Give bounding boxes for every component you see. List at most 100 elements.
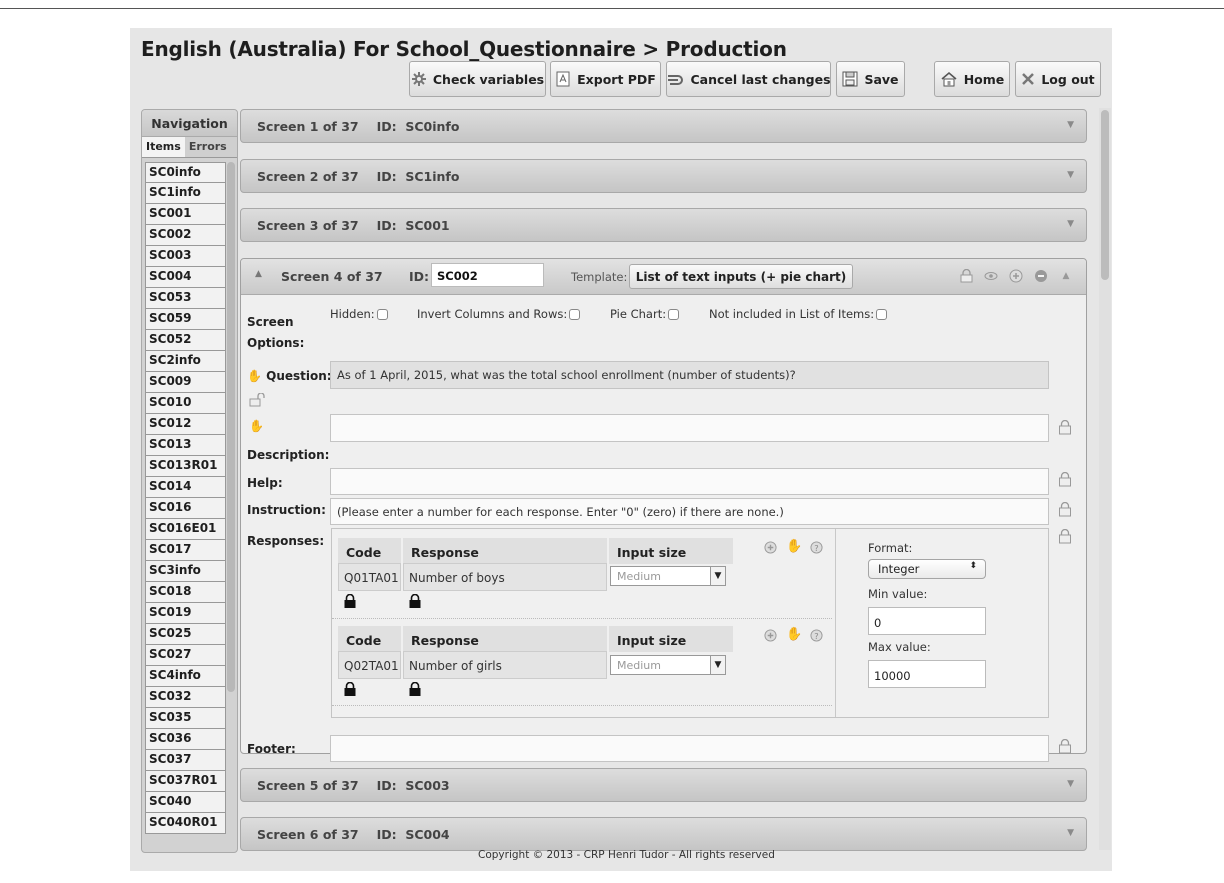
max-value-input[interactable]: 10000 (868, 660, 986, 688)
nav-item[interactable]: SC013R01 (145, 456, 226, 477)
nav-item[interactable]: SC010 (145, 393, 226, 414)
add-circle-icon[interactable] (1008, 268, 1024, 284)
nav-item[interactable]: SC032 (145, 687, 226, 708)
input-size-select[interactable]: Medium ▼ (610, 566, 726, 586)
nav-item[interactable]: SC001 (145, 204, 226, 225)
expand-icon[interactable]: ▼ (1067, 120, 1074, 130)
nav-item[interactable]: SC014 (145, 477, 226, 498)
lock-icon[interactable] (1058, 471, 1072, 490)
nav-item[interactable]: SC037 (145, 750, 226, 771)
tab-items[interactable]: Items (142, 137, 185, 157)
response-code[interactable]: Q02TA01 (338, 651, 401, 679)
response-text[interactable]: Number of boys (403, 563, 607, 591)
navigation-scrollbar[interactable] (227, 162, 235, 692)
nav-item[interactable]: SC004 (145, 267, 226, 288)
expand-icon[interactable]: ▼ (1067, 170, 1074, 180)
save-button[interactable]: Save (836, 61, 905, 97)
help-field[interactable] (330, 468, 1049, 495)
instruction-field[interactable]: (Please enter a number for each response… (330, 498, 1049, 525)
footer-field[interactable] (330, 735, 1049, 762)
hand-icon[interactable]: ✋ (786, 539, 802, 554)
export-pdf-button[interactable]: Export PDF (550, 61, 661, 97)
hand-icon[interactable]: ✋ (247, 369, 262, 383)
main-scrollbar[interactable] (1099, 108, 1111, 850)
help-icon[interactable]: ? (810, 541, 823, 557)
nav-item[interactable]: SC019 (145, 603, 226, 624)
subquestion-field[interactable] (330, 414, 1049, 442)
eye-icon[interactable] (983, 268, 999, 284)
not-included-option: Not included in List of Items: (709, 307, 888, 321)
screen-bar-1[interactable]: Screen 1 of 37 ID: SC0info ▼ (240, 109, 1087, 143)
lock-icon[interactable] (1058, 738, 1072, 757)
min-value-input[interactable]: 0 (868, 607, 986, 635)
nav-item[interactable]: SC016E01 (145, 519, 226, 540)
lock-icon[interactable] (1058, 528, 1072, 547)
nav-item[interactable]: SC040 (145, 792, 226, 813)
format-select[interactable]: Integer ⬍ (868, 559, 986, 579)
screen-bar-2[interactable]: Screen 2 of 37 ID: SC1info ▼ (240, 159, 1087, 193)
hand-icon[interactable]: ✋ (249, 419, 264, 433)
add-circle-icon[interactable] (764, 541, 777, 557)
nav-item[interactable]: SC003 (145, 246, 226, 267)
nav-item[interactable]: SC037R01 (145, 771, 226, 792)
scrollbar-thumb[interactable] (1101, 110, 1109, 280)
home-button[interactable]: Home (934, 61, 1010, 97)
logout-button[interactable]: Log out (1015, 61, 1101, 97)
template-button[interactable]: List of text inputs (+ pie chart) (629, 264, 853, 289)
check-variables-button[interactable]: Check variables (409, 61, 546, 97)
lock-closed-icon[interactable] (408, 593, 422, 612)
nav-item[interactable]: SC059 (145, 309, 226, 330)
nav-item[interactable]: SC1info (145, 183, 226, 204)
nav-item[interactable]: SC3info (145, 561, 226, 582)
tab-errors[interactable]: Errors (185, 137, 231, 157)
lock-closed-icon[interactable] (408, 681, 422, 700)
question-field[interactable]: As of 1 April, 2015, what was the total … (330, 361, 1049, 389)
min-value-label: Min value: (868, 587, 928, 601)
lock-icon[interactable] (1058, 501, 1072, 520)
nav-item[interactable]: SC040R01 (145, 813, 226, 834)
nav-item[interactable]: SC025 (145, 624, 226, 645)
nav-item[interactable]: SC009 (145, 372, 226, 393)
pie-chart-checkbox[interactable] (668, 309, 680, 320)
lock-closed-icon[interactable] (343, 681, 357, 700)
nav-item[interactable]: SC012 (145, 414, 226, 435)
nav-item[interactable]: SC017 (145, 540, 226, 561)
help-icon[interactable]: ? (810, 629, 823, 645)
collapse-arrow-icon[interactable]: ▲ (1058, 268, 1074, 284)
screen-bar-3[interactable]: Screen 3 of 37 ID: SC001 ▼ (240, 208, 1087, 242)
nav-item[interactable]: SC052 (145, 330, 226, 351)
remove-circle-icon[interactable] (1033, 268, 1049, 284)
lock-icon[interactable] (958, 268, 974, 284)
add-circle-icon[interactable] (764, 629, 777, 645)
expand-icon[interactable]: ▼ (1067, 779, 1074, 789)
screen-bar-5[interactable]: Screen 5 of 37 ID: SC003 ▼ (240, 768, 1087, 802)
collapse-icon[interactable]: ▲ (255, 269, 262, 279)
nav-item[interactable]: SC0info (145, 162, 226, 183)
nav-item[interactable]: SC013 (145, 435, 226, 456)
input-size-select[interactable]: Medium ▼ (610, 655, 726, 675)
nav-item[interactable]: SC4info (145, 666, 226, 687)
nav-item[interactable]: SC016 (145, 498, 226, 519)
expand-icon[interactable]: ▼ (1067, 828, 1074, 838)
nav-item[interactable]: SC018 (145, 582, 226, 603)
cancel-last-changes-button[interactable]: Cancel last changes (666, 61, 831, 97)
response-code[interactable]: Q01TA01 (338, 563, 401, 591)
screen-id-input[interactable]: SC002 (431, 263, 544, 287)
gear-icon (411, 69, 427, 89)
hidden-checkbox[interactable] (376, 309, 388, 320)
invert-checkbox[interactable] (569, 309, 581, 320)
nav-item[interactable]: SC2info (145, 351, 226, 372)
nav-item[interactable]: SC002 (145, 225, 226, 246)
unlock-icon[interactable] (249, 392, 265, 410)
lock-closed-icon[interactable] (343, 593, 357, 612)
not-included-checkbox[interactable] (876, 309, 888, 320)
expand-icon[interactable]: ▼ (1067, 219, 1074, 229)
nav-item[interactable]: SC027 (145, 645, 226, 666)
nav-item[interactable]: SC053 (145, 288, 226, 309)
hand-icon[interactable]: ✋ (786, 627, 802, 642)
response-text[interactable]: Number of girls (403, 651, 607, 679)
nav-item[interactable]: SC035 (145, 708, 226, 729)
lock-icon[interactable] (1058, 419, 1072, 438)
screen-bar-6[interactable]: Screen 6 of 37 ID: SC004 ▼ (240, 817, 1087, 851)
nav-item[interactable]: SC036 (145, 729, 226, 750)
